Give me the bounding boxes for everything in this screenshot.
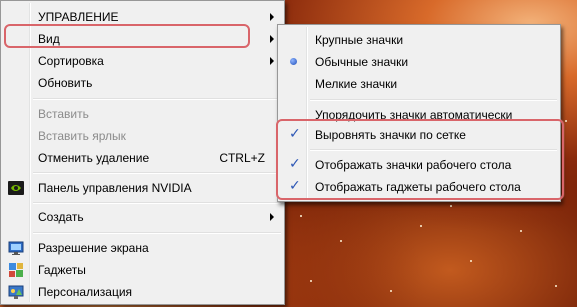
view-item-highlight-outline [4, 24, 250, 48]
submenu-arrow-icon [270, 13, 274, 21]
menu-item-label: Вставить [38, 107, 89, 121]
menu-item-refresh[interactable]: Обновить [4, 72, 281, 94]
menu-item-label: Разрешение экрана [38, 241, 149, 255]
menu-item-paste[interactable]: Вставить [4, 103, 281, 125]
menu-separator [33, 202, 281, 204]
menu-item-label: Отменить удаление [38, 151, 150, 165]
radio-bullet-icon [290, 58, 297, 65]
menu-item-label: Обновить [38, 76, 93, 90]
menu-separator [33, 98, 281, 100]
menu-item-new[interactable]: Создать [4, 206, 281, 228]
menu-item-label: Крупные значки [315, 33, 404, 47]
menu-item-label: Обычные значки [315, 55, 409, 69]
submenu-arrow-icon [270, 213, 274, 221]
menu-item-shortcut: CTRL+Z [219, 151, 265, 165]
submenu-arrow-icon [270, 57, 274, 65]
menu-item-undo-delete[interactable]: Отменить удаление CTRL+Z [4, 147, 281, 169]
menu-item-personalization[interactable]: Персонализация [4, 281, 281, 303]
menu-item-paste-shortcut[interactable]: Вставить ярлык [4, 125, 281, 147]
menu-item-sort[interactable]: Сортировка [4, 50, 281, 72]
menu-item-gadgets[interactable]: Гаджеты [4, 259, 281, 281]
menu-separator [310, 99, 557, 101]
submenu-item-medium-icons[interactable]: Обычные значки [281, 51, 557, 73]
menu-item-label: Гаджеты [38, 263, 86, 277]
menu-item-label: УПРАВЛЕНИЕ [38, 10, 119, 24]
menu-separator [33, 232, 281, 234]
menu-item-label: Персонализация [38, 285, 133, 299]
checked-options-highlight-outline [276, 119, 564, 200]
personalization-icon [8, 284, 24, 300]
menu-item-screen-resolution[interactable]: Разрешение экрана [4, 237, 281, 259]
menu-item-nvidia-control-panel[interactable]: Панель управления NVIDIA [4, 177, 281, 199]
submenu-arrow-icon [270, 35, 274, 43]
submenu-item-large-icons[interactable]: Крупные значки [281, 29, 557, 51]
screen-resolution-icon [8, 240, 24, 256]
submenu-item-small-icons[interactable]: Мелкие значки [281, 73, 557, 95]
menu-item-label: Мелкие значки [315, 77, 398, 91]
nvidia-icon [8, 180, 24, 196]
menu-item-label: Сортировка [38, 54, 104, 68]
menu-item-label: Панель управления NVIDIA [38, 181, 192, 195]
menu-separator [33, 172, 281, 174]
menu-item-label: Вставить ярлык [38, 129, 126, 143]
gadgets-icon [8, 262, 24, 278]
menu-item-label: Создать [38, 210, 84, 224]
